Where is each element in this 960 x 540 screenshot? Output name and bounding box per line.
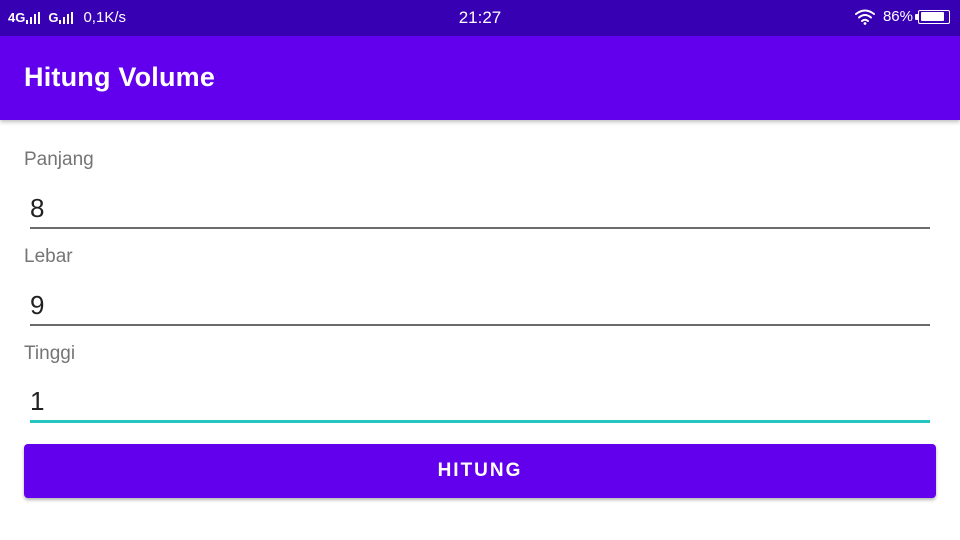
battery-icon — [915, 9, 950, 24]
status-bar: 4G G 0,1K/s 21:27 86% — [0, 0, 960, 36]
status-bar-right: 86% — [854, 8, 950, 25]
status-time: 21:27 — [458, 8, 502, 27]
battery-percentage: 86% — [882, 8, 913, 25]
wifi-icon — [854, 9, 875, 25]
tinggi-label: Tinggi — [24, 343, 76, 364]
tinggi-input[interactable] — [30, 383, 930, 423]
lebar-label: Lebar — [24, 246, 73, 267]
battery-fill — [920, 12, 944, 21]
panjang-input[interactable] — [30, 189, 930, 229]
panjang-label: Panjang — [24, 149, 94, 170]
hitung-button[interactable]: HITUNG — [24, 444, 936, 498]
lebar-input[interactable] — [30, 286, 930, 326]
battery-tip — [915, 13, 918, 20]
app-bar: Hitung Volume — [0, 36, 960, 120]
page-title: Hitung Volume — [24, 62, 216, 92]
